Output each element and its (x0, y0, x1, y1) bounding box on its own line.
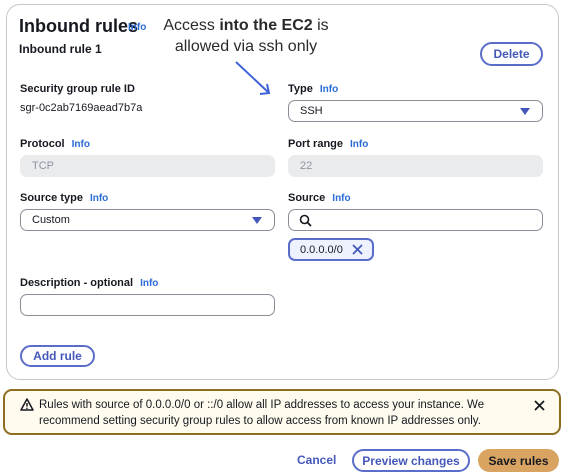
description-label-text: Description - optional (20, 277, 134, 289)
type-select-value: SSH (300, 105, 323, 117)
port-range-label: Port range Info (288, 138, 368, 150)
source-type-label-text: Source type (20, 192, 83, 204)
type-label: Type Info (288, 83, 338, 95)
protocol-value: TCP (32, 160, 54, 172)
annotation-line2: allowed via ssh only (174, 38, 318, 55)
sg-rule-id-label: Security group rule ID (20, 83, 135, 95)
source-type-select-value: Custom (32, 214, 70, 226)
annotation-prefix: Access (163, 17, 220, 34)
type-info-link[interactable]: Info (320, 84, 338, 95)
close-icon[interactable] (351, 243, 364, 256)
save-rules-button[interactable]: Save rules (478, 449, 559, 472)
caret-down-icon (520, 108, 530, 115)
annotation-text: Access into the EC2 is allowed via ssh o… (156, 15, 336, 57)
port-range-label-text: Port range (288, 138, 344, 150)
rule-subtitle: Inbound rule 1 (19, 42, 102, 56)
title-info-link[interactable]: Info (128, 22, 146, 33)
page-title: Inbound rules (19, 16, 138, 36)
port-range-field: 22 (288, 155, 543, 177)
sg-rule-id-label-text: Security group rule ID (20, 83, 135, 95)
description-input[interactable] (20, 294, 275, 316)
source-type-info-link[interactable]: Info (90, 193, 108, 204)
description-label: Description - optional Info (20, 277, 158, 289)
description-info-link[interactable]: Info (140, 278, 158, 289)
source-search-input[interactable] (288, 209, 543, 231)
add-rule-button[interactable]: Add rule (20, 345, 95, 367)
protocol-label-text: Protocol (20, 138, 65, 150)
port-range-value: 22 (300, 160, 313, 172)
port-range-info-link[interactable]: Info (350, 139, 368, 150)
warning-icon (20, 398, 34, 411)
source-token-label: 0.0.0.0/0 (300, 243, 343, 256)
annotation-suffix: is (312, 17, 329, 34)
source-label: Source Info (288, 192, 351, 204)
type-select[interactable]: SSH (288, 100, 543, 122)
warning-banner: Rules with source of 0.0.0.0/0 or ::/0 a… (3, 389, 561, 435)
source-label-text: Source (288, 192, 326, 204)
delete-button[interactable]: Delete (480, 42, 543, 66)
annotation-bold: into the EC2 (219, 17, 313, 34)
protocol-info-link[interactable]: Info (72, 139, 90, 150)
source-type-select[interactable]: Custom (20, 209, 275, 231)
search-icon (299, 214, 312, 227)
type-label-text: Type (288, 83, 313, 95)
source-token: 0.0.0.0/0 (288, 238, 374, 261)
protocol-label: Protocol Info (20, 138, 90, 150)
protocol-field: TCP (20, 155, 275, 177)
close-icon[interactable] (533, 399, 546, 412)
source-info-link[interactable]: Info (332, 193, 350, 204)
warning-text: Rules with source of 0.0.0.0/0 or ::/0 a… (39, 399, 485, 427)
source-type-label: Source type Info (20, 192, 108, 204)
caret-down-icon (252, 217, 262, 224)
cancel-button[interactable]: Cancel (297, 453, 336, 467)
arrow-annotation-icon (235, 61, 271, 95)
sg-rule-id-value: sgr-0c2ab7169aead7b7a (20, 102, 143, 114)
preview-changes-button[interactable]: Preview changes (352, 449, 470, 472)
